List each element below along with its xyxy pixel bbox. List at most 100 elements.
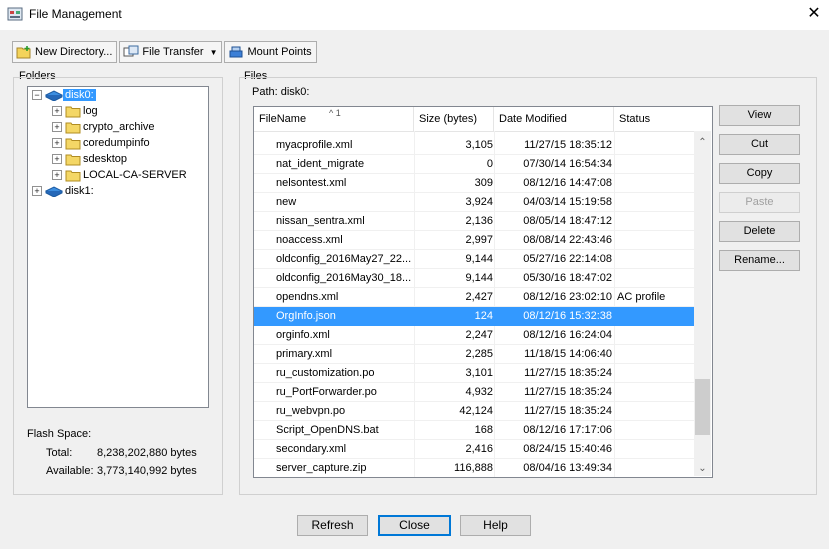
date-modified-cell: 11/27/15 18:35:24 <box>524 367 612 379</box>
table-row[interactable]: nelsontest.xml 309 08/12/16 14:47:08 <box>254 174 694 193</box>
rename-button[interactable]: Rename... <box>719 250 800 271</box>
help-button[interactable]: Help <box>460 515 531 536</box>
tree-node-disk1[interactable]: + disk1: <box>32 183 96 199</box>
mount-points-button[interactable]: Mount Points <box>224 41 317 63</box>
table-row[interactable]: myacprofile.xml 3,105 11/27/15 18:35:12 <box>254 136 694 155</box>
table-row[interactable]: secondary.xml 2,416 08/24/15 15:40:46 <box>254 440 694 459</box>
close-icon[interactable]: ✕ <box>803 4 825 24</box>
files-table[interactable]: FileName ^ 1 Size (bytes) Date Modified … <box>253 106 713 478</box>
expand-icon[interactable]: + <box>32 186 42 196</box>
file-size-cell: 3,101 <box>465 367 493 379</box>
view-button[interactable]: View <box>719 105 800 126</box>
status-cell <box>617 345 693 364</box>
table-row[interactable]: primary.xml 2,285 11/18/15 14:06:40 <box>254 345 694 364</box>
column-header-size[interactable]: Size (bytes) <box>414 107 494 131</box>
flash-available-label: Available: <box>46 465 94 477</box>
column-header-label: Size (bytes) <box>419 113 478 125</box>
tree-label: log <box>83 105 98 117</box>
date-modified-cell: 08/12/16 15:32:38 <box>523 310 612 322</box>
file-transfer-label: File Transfer <box>142 46 204 58</box>
vertical-scrollbar[interactable]: ⌃ ⌄ <box>694 131 711 476</box>
collapse-icon[interactable]: − <box>32 90 42 100</box>
status-cell <box>617 193 693 212</box>
file-name-cell: ru_PortForwarder.po <box>276 386 377 398</box>
expand-icon[interactable]: + <box>52 154 62 164</box>
status-cell <box>617 364 693 383</box>
file-size-cell: 0 <box>486 158 493 170</box>
expand-icon[interactable]: + <box>52 106 62 116</box>
folder-tree[interactable]: − disk0: + log + crypto_archive + coredu… <box>27 86 209 408</box>
title-bar: File Management ✕ <box>0 0 829 30</box>
file-name-cell: new <box>276 196 297 208</box>
file-name-cell: Script_OpenDNS.bat <box>276 424 379 436</box>
scroll-up-icon[interactable]: ⌃ <box>694 135 711 151</box>
paste-button[interactable]: Paste <box>719 192 800 213</box>
disk-icon <box>45 90 63 101</box>
tree-node-folder[interactable]: + crypto_archive <box>52 119 157 135</box>
flash-total-label: Total: <box>46 447 73 459</box>
tree-label: sdesktop <box>83 153 128 165</box>
column-header-filename[interactable]: FileName ^ 1 <box>254 107 414 131</box>
file-size-cell: 2,136 <box>465 215 493 227</box>
table-row[interactable]: nissan_sentra.xml 2,136 08/05/14 18:47:12 <box>254 212 694 231</box>
table-row[interactable]: Script_OpenDNS.bat 168 08/12/16 17:17:06 <box>254 421 694 440</box>
table-row[interactable]: OrgInfo.json 124 08/12/16 15:32:38 <box>254 307 694 326</box>
file-name-cell: orginfo.xml <box>276 329 330 341</box>
column-header-date[interactable]: Date Modified <box>494 107 614 131</box>
table-row[interactable]: oldconfig_2016May30_18... 9,144 05/30/16 1… <box>254 269 694 288</box>
table-row[interactable]: server_capture.zip 116,888 08/04/16 13:49:… <box>254 459 694 477</box>
table-row[interactable]: new 3,924 04/03/14 15:19:58 <box>254 193 694 212</box>
scroll-down-icon[interactable]: ⌄ <box>694 461 711 477</box>
tree-node-folder[interactable]: + sdesktop <box>52 151 129 167</box>
table-row[interactable]: orginfo.xml 2,247 08/12/16 16:24:04 <box>254 326 694 345</box>
status-cell <box>617 421 693 440</box>
file-name-cell: noaccess.xml <box>276 234 343 246</box>
file-name-cell: OrgInfo.json <box>276 310 336 322</box>
table-row[interactable]: opendns.xml 2,427 08/12/16 23:02:10 AC prof… <box>254 288 694 307</box>
tree-label: crypto_archive <box>83 121 155 133</box>
status-cell <box>617 174 693 193</box>
scroll-thumb[interactable] <box>695 379 710 435</box>
toolbar: New Directory... File Transfer ▼ Mount P… <box>12 41 319 63</box>
folder-icon <box>65 106 81 117</box>
date-modified-cell: 08/12/16 23:02:10 <box>523 291 612 303</box>
status-cell <box>617 155 693 174</box>
table-row[interactable]: ru_webvpn.po 42,124 11/27/15 18:35:24 <box>254 402 694 421</box>
cut-button[interactable]: Cut <box>719 134 800 155</box>
table-row[interactable]: nat_ident_migrate 0 07/30/14 16:54:34 <box>254 155 694 174</box>
close-button[interactable]: Close <box>378 515 451 536</box>
expand-icon[interactable]: + <box>52 138 62 148</box>
file-name-cell: nat_ident_migrate <box>276 158 365 170</box>
file-size-cell: 168 <box>474 424 493 436</box>
expand-icon[interactable]: + <box>52 170 62 180</box>
table-row[interactable]: oldconfig_2016May27_22... 9,144 05/27/16 2… <box>254 250 694 269</box>
tree-node-folder[interactable]: + coredumpinfo <box>52 135 152 151</box>
copy-button[interactable]: Copy <box>719 163 800 184</box>
date-modified-cell: 11/18/15 14:06:40 <box>524 348 612 360</box>
tree-node-folder[interactable]: + log <box>52 103 100 119</box>
file-size-cell: 2,997 <box>465 234 493 246</box>
new-directory-button[interactable]: New Directory... <box>12 41 118 63</box>
expand-icon[interactable]: + <box>52 122 62 132</box>
table-row[interactable]: ru_PortForwarder.po 4,932 11/27/15 18:35:2… <box>254 383 694 402</box>
tree-label: coredumpinfo <box>83 137 150 149</box>
refresh-button[interactable]: Refresh <box>297 515 368 536</box>
status-cell: AC profile <box>617 291 666 303</box>
file-name-cell: opendns.xml <box>276 291 339 303</box>
date-modified-cell: 08/12/16 17:17:06 <box>523 424 612 436</box>
delete-button[interactable]: Delete <box>719 221 800 242</box>
table-row[interactable]: noaccess.xml 2,997 08/08/14 22:43:46 <box>254 231 694 250</box>
flash-space-label: Flash Space: <box>27 428 92 440</box>
file-size-cell: 4,932 <box>465 386 493 398</box>
mount-icon <box>229 46 243 58</box>
tree-node-folder[interactable]: + LOCAL-CA-SERVER <box>52 167 189 183</box>
flash-available-value: 3,773,140,992 bytes <box>97 465 197 477</box>
path-label: Path: disk0: <box>252 86 310 98</box>
status-cell <box>617 212 693 231</box>
tree-node-disk0[interactable]: − disk0: <box>32 87 96 103</box>
table-row[interactable]: ru_customization.po 3,101 11/27/15 18:35:2… <box>254 364 694 383</box>
file-size-cell: 124 <box>474 310 493 322</box>
column-header-label: Date Modified <box>499 113 567 125</box>
column-header-status[interactable]: Status <box>614 107 694 131</box>
file-transfer-button[interactable]: File Transfer ▼ <box>119 41 223 63</box>
